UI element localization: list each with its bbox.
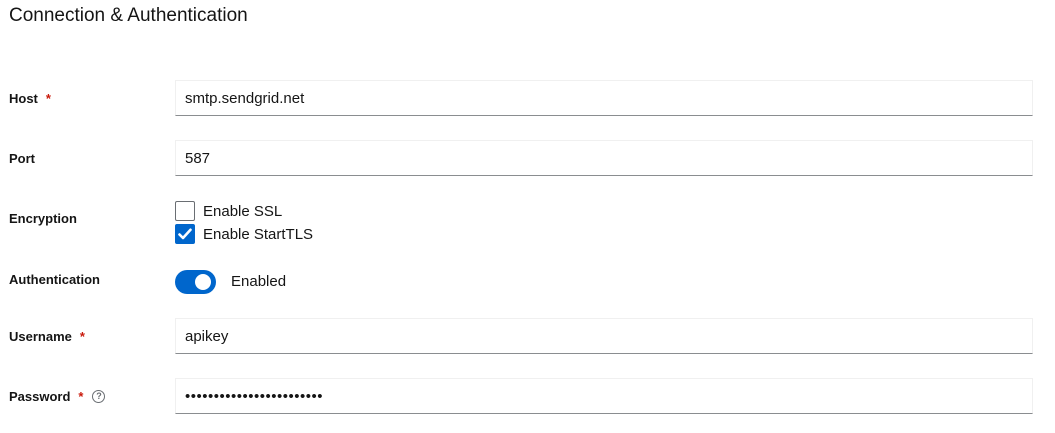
host-label-group: Host *: [9, 89, 51, 107]
enable-starttls-checkbox[interactable]: [175, 224, 195, 244]
enable-ssl-checkbox[interactable]: [175, 201, 195, 221]
section-title: Connection & Authentication: [9, 5, 248, 26]
password-required-mark: *: [78, 388, 84, 404]
authentication-label: Authentication: [9, 271, 100, 287]
host-input[interactable]: [175, 80, 1033, 116]
help-circle-icon[interactable]: ?: [92, 389, 106, 403]
authentication-toggle[interactable]: [175, 270, 216, 294]
password-input[interactable]: [175, 378, 1033, 414]
host-required-mark: *: [45, 90, 51, 106]
enable-starttls-option[interactable]: Enable StartTLS: [175, 224, 313, 244]
enable-ssl-option[interactable]: Enable SSL: [175, 201, 282, 221]
port-label: Port: [9, 150, 35, 166]
checkmark-icon: [178, 228, 192, 240]
port-label-group: Port: [9, 149, 35, 167]
username-required-mark: *: [79, 328, 85, 344]
password-label: Password: [9, 388, 71, 404]
username-input[interactable]: [175, 318, 1033, 354]
host-label: Host: [9, 90, 38, 106]
encryption-label: Encryption: [9, 210, 77, 226]
encryption-label-group: Encryption: [9, 209, 77, 227]
enable-starttls-label[interactable]: Enable StartTLS: [203, 226, 313, 243]
port-input[interactable]: [175, 140, 1033, 176]
authentication-label-group: Authentication: [9, 270, 100, 288]
enable-ssl-label[interactable]: Enable SSL: [203, 203, 282, 220]
toggle-knob: [195, 274, 211, 290]
authentication-state-label: Enabled: [231, 273, 287, 290]
username-label-group: Username *: [9, 327, 85, 345]
username-label: Username: [9, 328, 72, 344]
password-label-group: Password * ?: [9, 387, 106, 405]
